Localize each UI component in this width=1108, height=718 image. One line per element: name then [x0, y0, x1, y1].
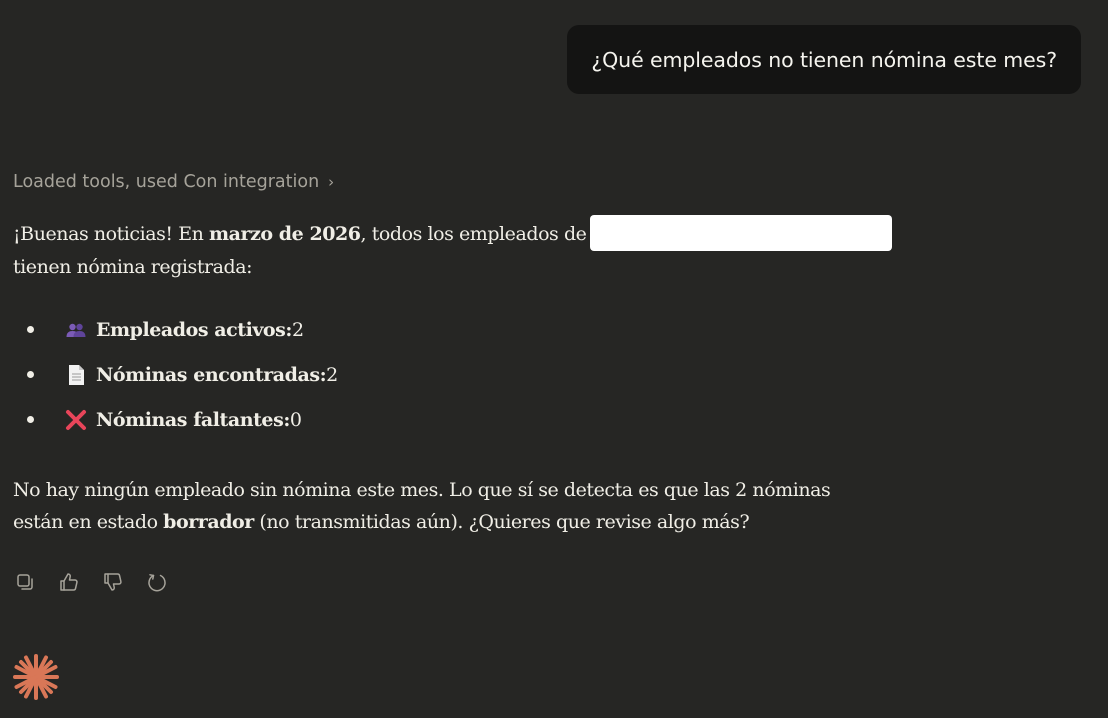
conclusion-text-mid: están en estado: [13, 511, 164, 533]
list-item-nominas-faltantes: Nóminas faltantes: 0: [13, 397, 338, 442]
people-icon: [64, 318, 88, 342]
tools-used-toggle[interactable]: Loaded tools, used Con integration ›: [13, 172, 334, 192]
list-item-label: Nóminas faltantes:: [96, 408, 290, 431]
status-borrador-bold: borrador: [163, 511, 254, 533]
response-paragraph-intro: ¡Buenas noticias! En marzo de 2026, todo…: [13, 215, 1013, 283]
list-item-value: 2: [291, 318, 304, 341]
redacted-company-name: [590, 215, 893, 251]
bullet-dot: [27, 326, 34, 333]
response-paragraph-conclusion: No hay ningún empleado sin nómina este m…: [13, 474, 1013, 538]
intro-text-end: tienen nómina registrada:: [13, 256, 253, 278]
bullet-dot: [27, 416, 34, 423]
conclusion-text-start: No hay ningún empleado sin nómina este m…: [13, 479, 831, 501]
list-item-value: 0: [289, 408, 302, 431]
list-item-label: Empleados activos:: [96, 318, 292, 341]
list-item-empleados-activos: Empleados activos: 2: [13, 307, 338, 352]
tools-used-label: Loaded tools, used Con integration: [13, 172, 320, 192]
copy-button[interactable]: [13, 570, 37, 594]
thumbs-up-icon: [60, 573, 78, 591]
document-icon: [64, 363, 88, 387]
message-actions: [13, 570, 189, 594]
thumbs-down-icon: [104, 573, 122, 591]
user-message-bubble: ¿Qué empleados no tienen nómina este mes…: [567, 25, 1081, 94]
intro-text-start: ¡Buenas noticias! En: [13, 223, 209, 245]
list-item-nominas-encontradas: Nóminas encontradas: 2: [13, 352, 338, 397]
summary-list: Empleados activos: 2 Nóminas encontradas…: [13, 307, 338, 442]
copy-icon: [17, 574, 33, 590]
intro-month-bold: marzo de 2026: [209, 223, 361, 245]
claude-spark-icon: [12, 653, 60, 701]
retry-icon: [148, 574, 166, 592]
user-message-text: ¿Qué empleados no tienen nómina este mes…: [591, 47, 1057, 72]
retry-button[interactable]: [145, 570, 169, 594]
intro-text-mid: , todos los empleados de: [360, 223, 587, 245]
list-item-label: Nóminas encontradas:: [96, 363, 327, 386]
bullet-dot: [27, 371, 34, 378]
chevron-right-icon: ›: [328, 173, 335, 191]
conclusion-text-end: (no transmitidas aún). ¿Quieres que revi…: [253, 511, 750, 533]
list-item-value: 2: [326, 363, 338, 386]
cross-mark-icon: [64, 408, 88, 432]
thumbs-up-button[interactable]: [57, 570, 81, 594]
thumbs-down-button[interactable]: [101, 570, 125, 594]
